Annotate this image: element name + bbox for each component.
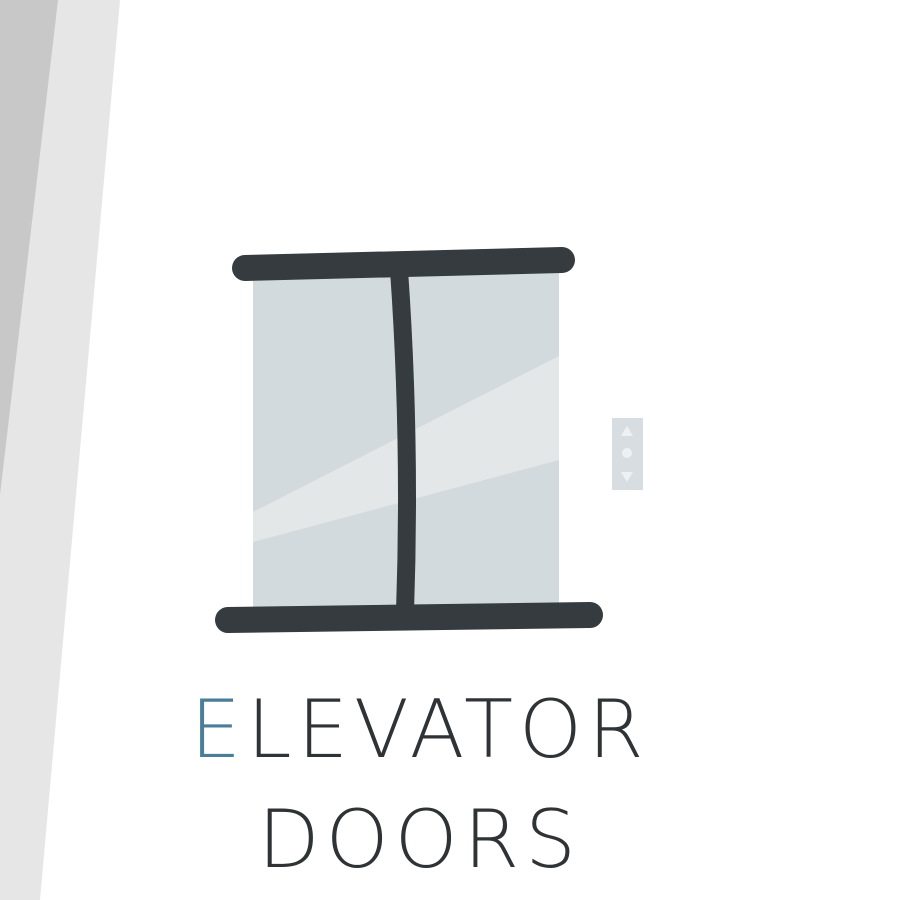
elevator-doors-icon bbox=[215, 247, 603, 633]
elevator-doors-card: ELEVATOR DOORS bbox=[0, 0, 900, 900]
title-line-1-rest: LEVATOR bbox=[246, 683, 650, 776]
title-doors: DOORS bbox=[258, 793, 582, 886]
title-elevator: ELEVATOR bbox=[0, 690, 840, 770]
door-top-beam bbox=[232, 247, 575, 281]
title-accent-letter: E bbox=[190, 683, 247, 776]
door-center-seam bbox=[390, 261, 416, 621]
call-button-light bbox=[622, 448, 632, 458]
up-down-call-button-icon bbox=[612, 418, 643, 490]
left-door-panel bbox=[253, 270, 405, 610]
door-bottom-sill bbox=[215, 602, 603, 633]
